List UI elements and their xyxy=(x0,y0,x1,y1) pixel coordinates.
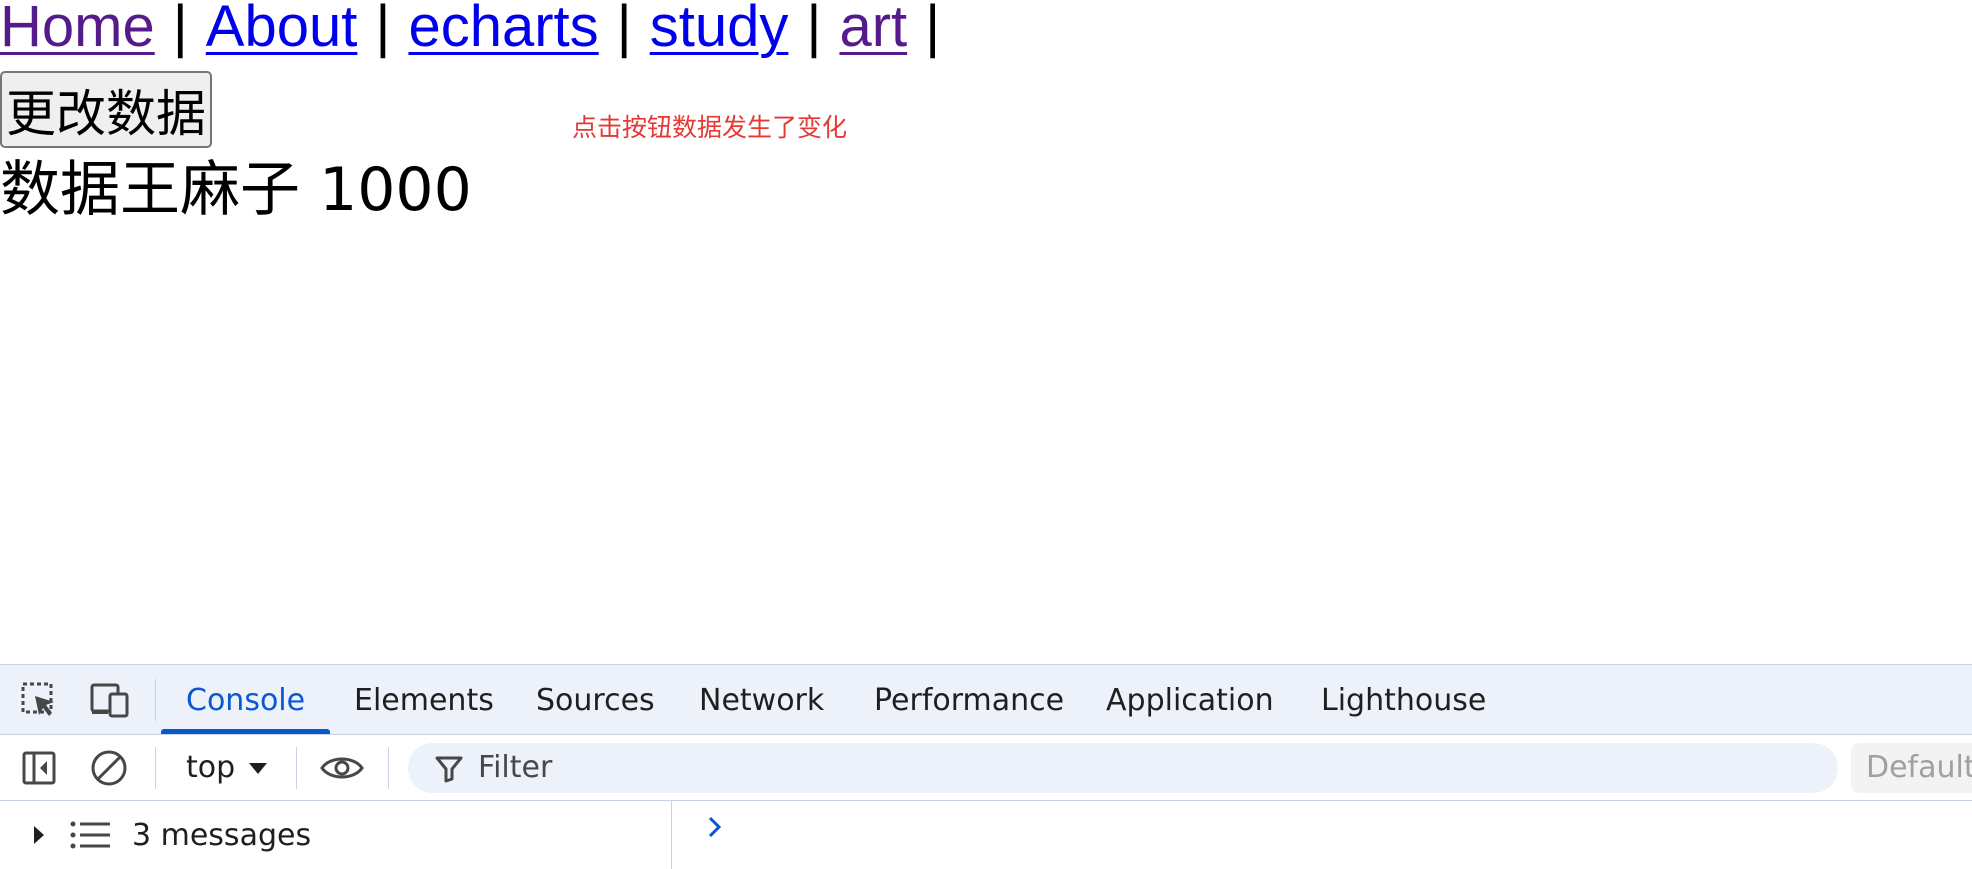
nav-link-home[interactable]: Home xyxy=(0,0,155,59)
nav-link-art[interactable]: art xyxy=(839,0,907,59)
sidebar-toggle-icon[interactable] xyxy=(17,746,61,790)
data-display: 数据王麻子 1000 xyxy=(0,155,472,225)
list-icon xyxy=(70,820,110,850)
active-tab-indicator xyxy=(161,729,330,734)
nav-separator: | xyxy=(375,0,391,59)
filter-placeholder: Filter xyxy=(478,750,553,785)
sidebar-item-messages[interactable]: 3 messages xyxy=(34,811,311,859)
filter-funnel-icon xyxy=(435,755,463,787)
nav-link-about[interactable]: About xyxy=(206,0,358,59)
toolbar-divider xyxy=(155,747,156,789)
devtools-panel: Console Elements Sources Network Perform… xyxy=(0,664,1972,869)
clear-console-icon[interactable] xyxy=(87,746,131,790)
tab-console[interactable]: Console xyxy=(186,665,305,734)
log-levels-dropdown[interactable]: Default xyxy=(1851,743,1972,793)
context-selector[interactable]: top xyxy=(186,747,268,789)
device-toolbar-icon[interactable] xyxy=(88,678,132,722)
expand-triangle-icon[interactable] xyxy=(34,826,44,844)
live-expression-eye-icon[interactable] xyxy=(320,746,364,790)
nav-link-study[interactable]: study xyxy=(650,0,789,59)
hint-text: 点击按钮数据发生了变化 xyxy=(572,113,848,142)
tab-lighthouse[interactable]: Lighthouse xyxy=(1321,665,1486,734)
nav-separator: | xyxy=(925,0,941,59)
devtools-tab-bar: Console Elements Sources Network Perform… xyxy=(0,665,1972,735)
caret-down-icon xyxy=(249,762,268,774)
console-filter-input[interactable]: Filter xyxy=(408,743,1838,793)
tab-performance[interactable]: Performance xyxy=(874,665,1064,734)
nav-separator: | xyxy=(616,0,632,59)
change-data-button[interactable]: 更改数据 xyxy=(0,71,212,148)
page: Home | About | echarts | study | art | 更改数据 点击按钮数… xyxy=(0,0,1972,869)
tab-elements[interactable]: Elements xyxy=(354,665,494,734)
tab-application[interactable]: Application xyxy=(1106,665,1274,734)
tab-sources[interactable]: Sources xyxy=(536,665,655,734)
select-element-icon[interactable] xyxy=(17,678,61,722)
nav-separator: | xyxy=(806,0,822,59)
console-toolbar: top Filter Default xyxy=(0,735,1972,801)
context-selector-label: top xyxy=(186,750,236,785)
prompt-chevron-icon[interactable] xyxy=(700,807,730,847)
toolbar-divider xyxy=(388,747,389,789)
nav-separator: | xyxy=(172,0,188,59)
console-body: 3 messages xyxy=(0,801,1972,869)
nav-link-echarts[interactable]: echarts xyxy=(408,0,598,59)
toolbar-divider xyxy=(155,679,156,721)
tab-network[interactable]: Network xyxy=(699,665,824,734)
toolbar-divider xyxy=(296,747,297,789)
router-nav: Home | About | echarts | study | art | xyxy=(0,0,958,60)
messages-count-label: 3 messages xyxy=(132,817,312,853)
console-sidebar: 3 messages xyxy=(0,801,672,869)
